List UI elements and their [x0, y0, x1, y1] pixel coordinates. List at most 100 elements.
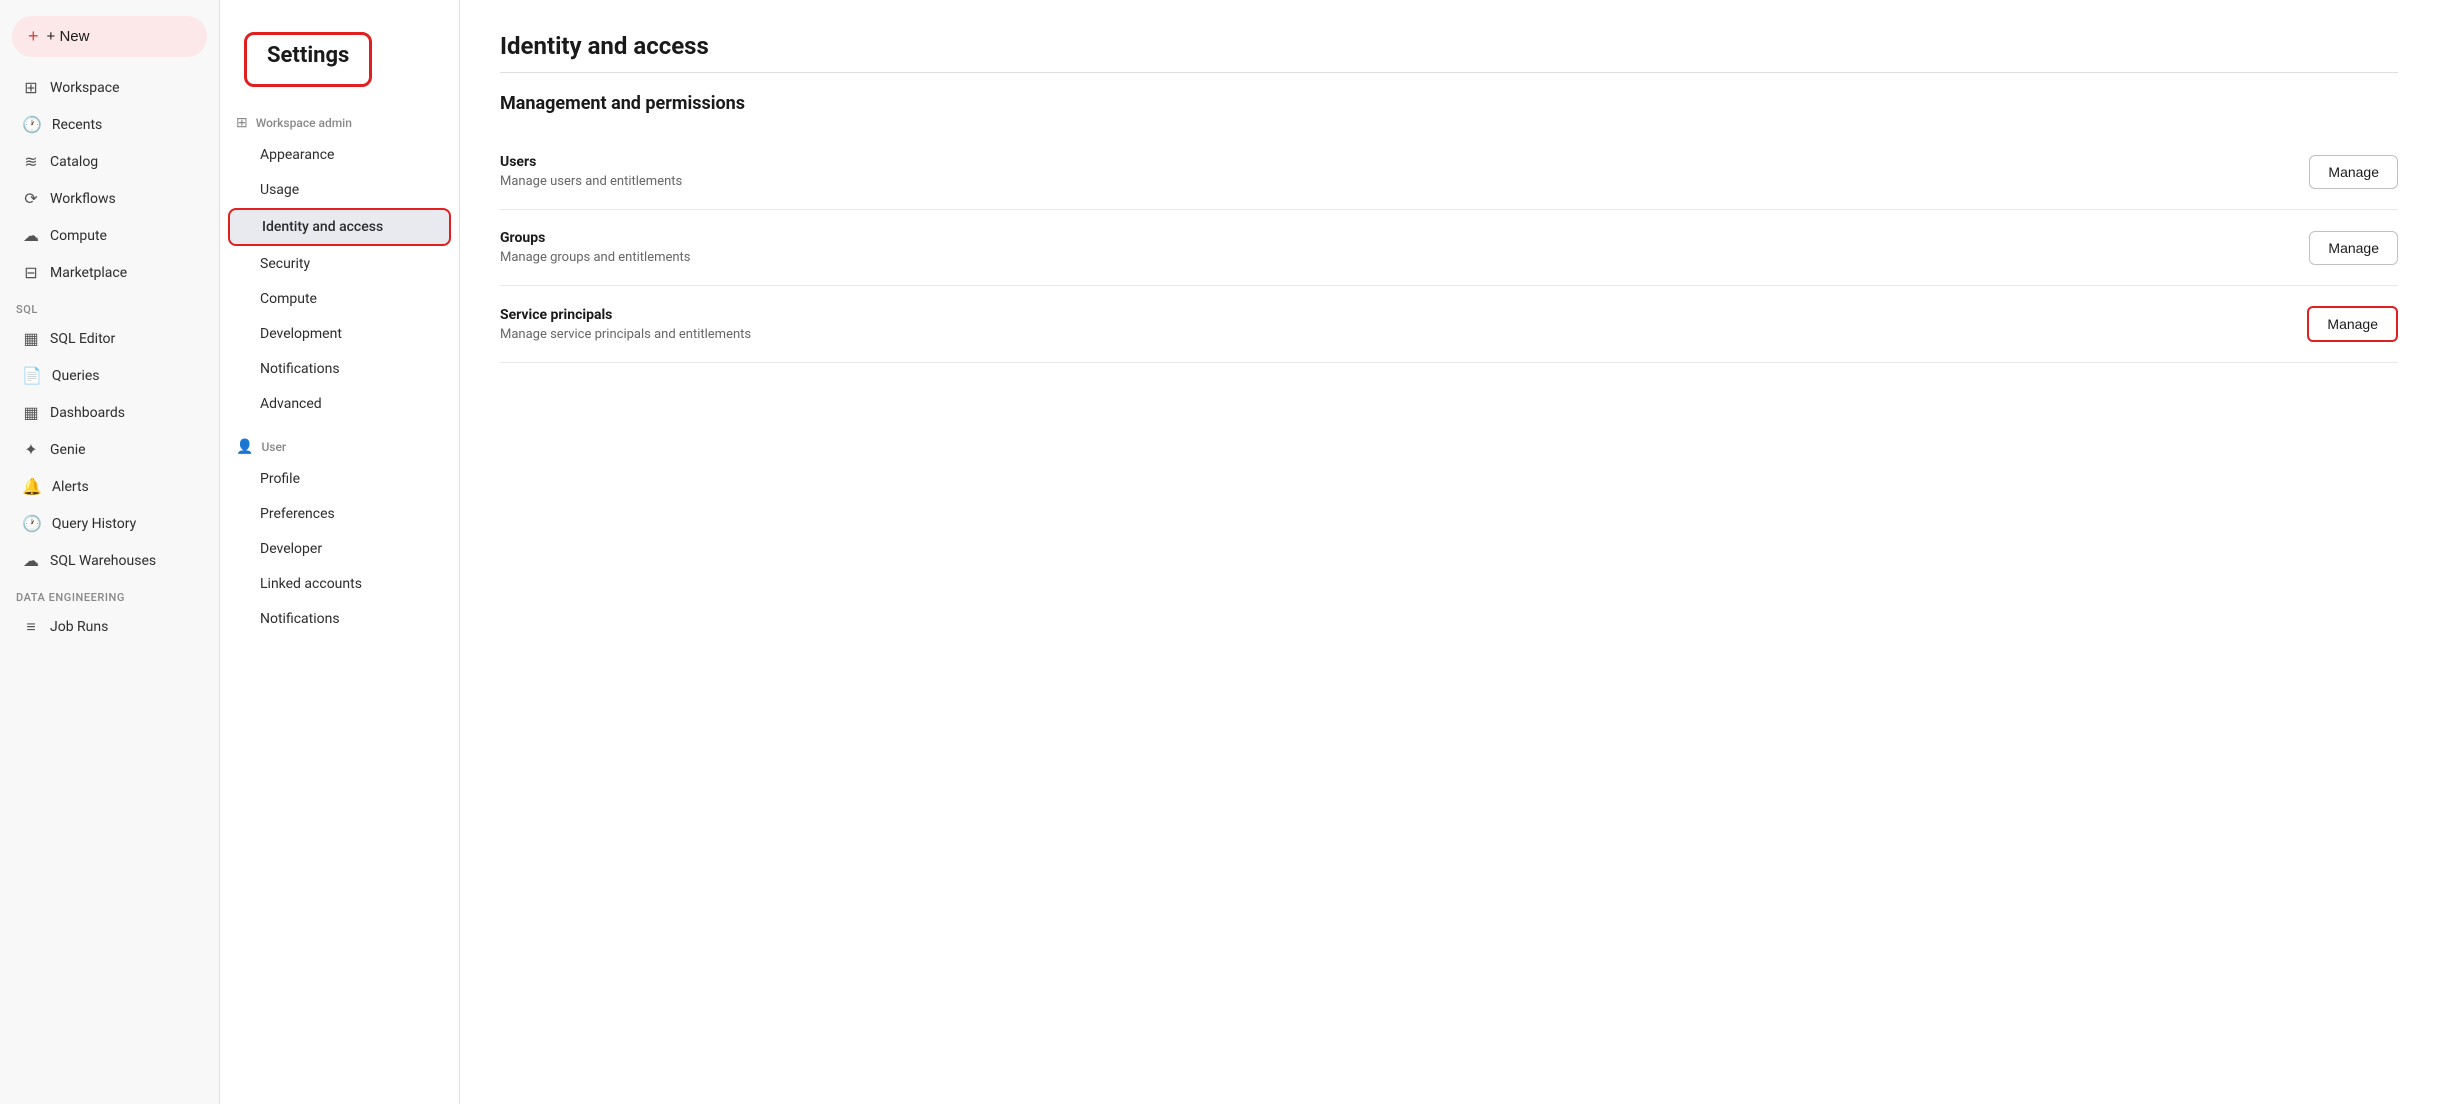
sidebar-item-catalog[interactable]: ≋ Catalog — [6, 144, 213, 179]
settings-item-linked-accounts[interactable]: Linked accounts — [228, 567, 451, 601]
users-desc: Manage users and entitlements — [500, 174, 682, 189]
users-info: Users Manage users and entitlements — [500, 154, 682, 189]
sidebar-item-queries[interactable]: 📄 Queries — [6, 358, 213, 393]
settings-item-usage[interactable]: Usage — [228, 173, 451, 207]
settings-item-identity-access[interactable]: Identity and access — [228, 208, 451, 246]
users-manage-button[interactable]: Manage — [2309, 155, 2398, 189]
settings-label-advanced: Advanced — [260, 396, 322, 412]
service-principals-info: Service principals Manage service princi… — [500, 307, 751, 342]
sidebar-label-marketplace: Marketplace — [50, 265, 127, 281]
settings-label-usage: Usage — [260, 182, 299, 198]
page-title: Identity and access — [500, 32, 2398, 60]
users-title: Users — [500, 154, 682, 170]
settings-label-profile: Profile — [260, 471, 300, 487]
marketplace-icon: ⊟ — [22, 263, 40, 282]
service-principals-row: Service principals Manage service princi… — [500, 286, 2398, 363]
sidebar-item-alerts[interactable]: 🔔 Alerts — [6, 469, 213, 504]
recents-icon: 🕐 — [22, 115, 42, 134]
sidebar-label-compute: Compute — [50, 228, 107, 244]
job-runs-icon: ≡ — [22, 617, 40, 637]
sidebar-label-dashboards: Dashboards — [50, 405, 125, 421]
dashboards-icon: ▦ — [22, 403, 40, 422]
sidebar-label-job-runs: Job Runs — [50, 619, 108, 635]
sidebar-item-compute[interactable]: ☁ Compute — [6, 218, 213, 253]
groups-row: Groups Manage groups and entitlements Ma… — [500, 210, 2398, 286]
sidebar-label-genie: Genie — [50, 442, 86, 458]
settings-label-identity-access: Identity and access — [262, 219, 383, 235]
sidebar-label-workflows: Workflows — [50, 191, 116, 207]
groups-info: Groups Manage groups and entitlements — [500, 230, 691, 265]
sql-editor-icon: ▦ — [22, 329, 40, 348]
groups-title: Groups — [500, 230, 691, 246]
section-heading: Management and permissions — [500, 93, 2398, 114]
settings-panel: Settings ⊞ Workspace admin Appearance Us… — [220, 0, 460, 1104]
left-sidebar: + + New ⊞ Workspace 🕐 Recents ≋ Catalog … — [0, 0, 220, 1104]
sidebar-label-workspace: Workspace — [50, 80, 120, 96]
sidebar-item-workflows[interactable]: ⟳ Workflows — [6, 181, 213, 216]
sidebar-item-genie[interactable]: ✦ Genie — [6, 432, 213, 467]
settings-label-appearance: Appearance — [260, 147, 334, 163]
settings-item-profile[interactable]: Profile — [228, 462, 451, 496]
settings-label-developer: Developer — [260, 541, 322, 557]
groups-desc: Manage groups and entitlements — [500, 250, 691, 265]
sidebar-label-recents: Recents — [52, 117, 102, 133]
sidebar-label-catalog: Catalog — [50, 154, 98, 170]
queries-icon: 📄 — [22, 366, 42, 385]
user-section-label: User — [261, 440, 286, 454]
new-button-label: + New — [47, 28, 90, 45]
plus-icon: + — [28, 26, 39, 47]
settings-label-notifications-user: Notifications — [260, 611, 340, 627]
catalog-icon: ≋ — [22, 152, 40, 171]
groups-manage-button[interactable]: Manage — [2309, 231, 2398, 265]
sql-section-label: SQL — [0, 291, 219, 320]
settings-label-security: Security — [260, 256, 310, 272]
sidebar-item-sql-warehouses[interactable]: ☁ SQL Warehouses — [6, 543, 213, 578]
sidebar-label-sql-editor: SQL Editor — [50, 331, 115, 347]
settings-label-compute: Compute — [260, 291, 317, 307]
settings-item-appearance[interactable]: Appearance — [228, 138, 451, 172]
sql-warehouses-icon: ☁ — [22, 551, 40, 570]
new-button[interactable]: + + New — [12, 16, 207, 57]
sidebar-item-workspace[interactable]: ⊞ Workspace — [6, 70, 213, 105]
sidebar-label-sql-warehouses: SQL Warehouses — [50, 553, 156, 569]
user-section: 👤 User — [220, 431, 459, 461]
settings-label-development: Development — [260, 326, 342, 342]
settings-label-linked-accounts: Linked accounts — [260, 576, 362, 592]
data-eng-section-label: Data Engineering — [0, 579, 219, 608]
service-principals-manage-button[interactable]: Manage — [2307, 306, 2398, 342]
alerts-icon: 🔔 — [22, 477, 42, 496]
sidebar-item-dashboards[interactable]: ▦ Dashboards — [6, 395, 213, 430]
workflows-icon: ⟳ — [22, 189, 40, 208]
settings-title: Settings — [244, 32, 372, 87]
title-divider — [500, 72, 2398, 73]
settings-item-notifications[interactable]: Notifications — [228, 352, 451, 386]
sidebar-item-recents[interactable]: 🕐 Recents — [6, 107, 213, 142]
workspace-admin-icon: ⊞ — [236, 115, 248, 131]
query-history-icon: 🕐 — [22, 514, 42, 533]
settings-item-developer[interactable]: Developer — [228, 532, 451, 566]
settings-item-security[interactable]: Security — [228, 247, 451, 281]
service-principals-title: Service principals — [500, 307, 751, 323]
sidebar-label-queries: Queries — [52, 368, 100, 384]
sidebar-label-query-history: Query History — [52, 516, 136, 532]
settings-label-preferences: Preferences — [260, 506, 335, 522]
workspace-admin-section: ⊞ Workspace admin — [220, 107, 459, 137]
sidebar-item-sql-editor[interactable]: ▦ SQL Editor — [6, 321, 213, 356]
sidebar-item-marketplace[interactable]: ⊟ Marketplace — [6, 255, 213, 290]
settings-item-advanced[interactable]: Advanced — [228, 387, 451, 421]
sidebar-label-alerts: Alerts — [52, 479, 89, 495]
genie-icon: ✦ — [22, 440, 40, 459]
settings-label-notifications: Notifications — [260, 361, 340, 377]
settings-item-compute[interactable]: Compute — [228, 282, 451, 316]
sidebar-item-query-history[interactable]: 🕐 Query History — [6, 506, 213, 541]
user-section-icon: 👤 — [236, 439, 253, 455]
users-row: Users Manage users and entitlements Mana… — [500, 134, 2398, 210]
settings-item-notifications-user[interactable]: Notifications — [228, 602, 451, 636]
workspace-icon: ⊞ — [22, 78, 40, 97]
service-principals-desc: Manage service principals and entitlemen… — [500, 327, 751, 342]
main-content: Identity and access Management and permi… — [460, 0, 2438, 1104]
sidebar-item-job-runs[interactable]: ≡ Job Runs — [6, 609, 213, 645]
workspace-admin-label: Workspace admin — [256, 116, 352, 130]
settings-item-development[interactable]: Development — [228, 317, 451, 351]
settings-item-preferences[interactable]: Preferences — [228, 497, 451, 531]
